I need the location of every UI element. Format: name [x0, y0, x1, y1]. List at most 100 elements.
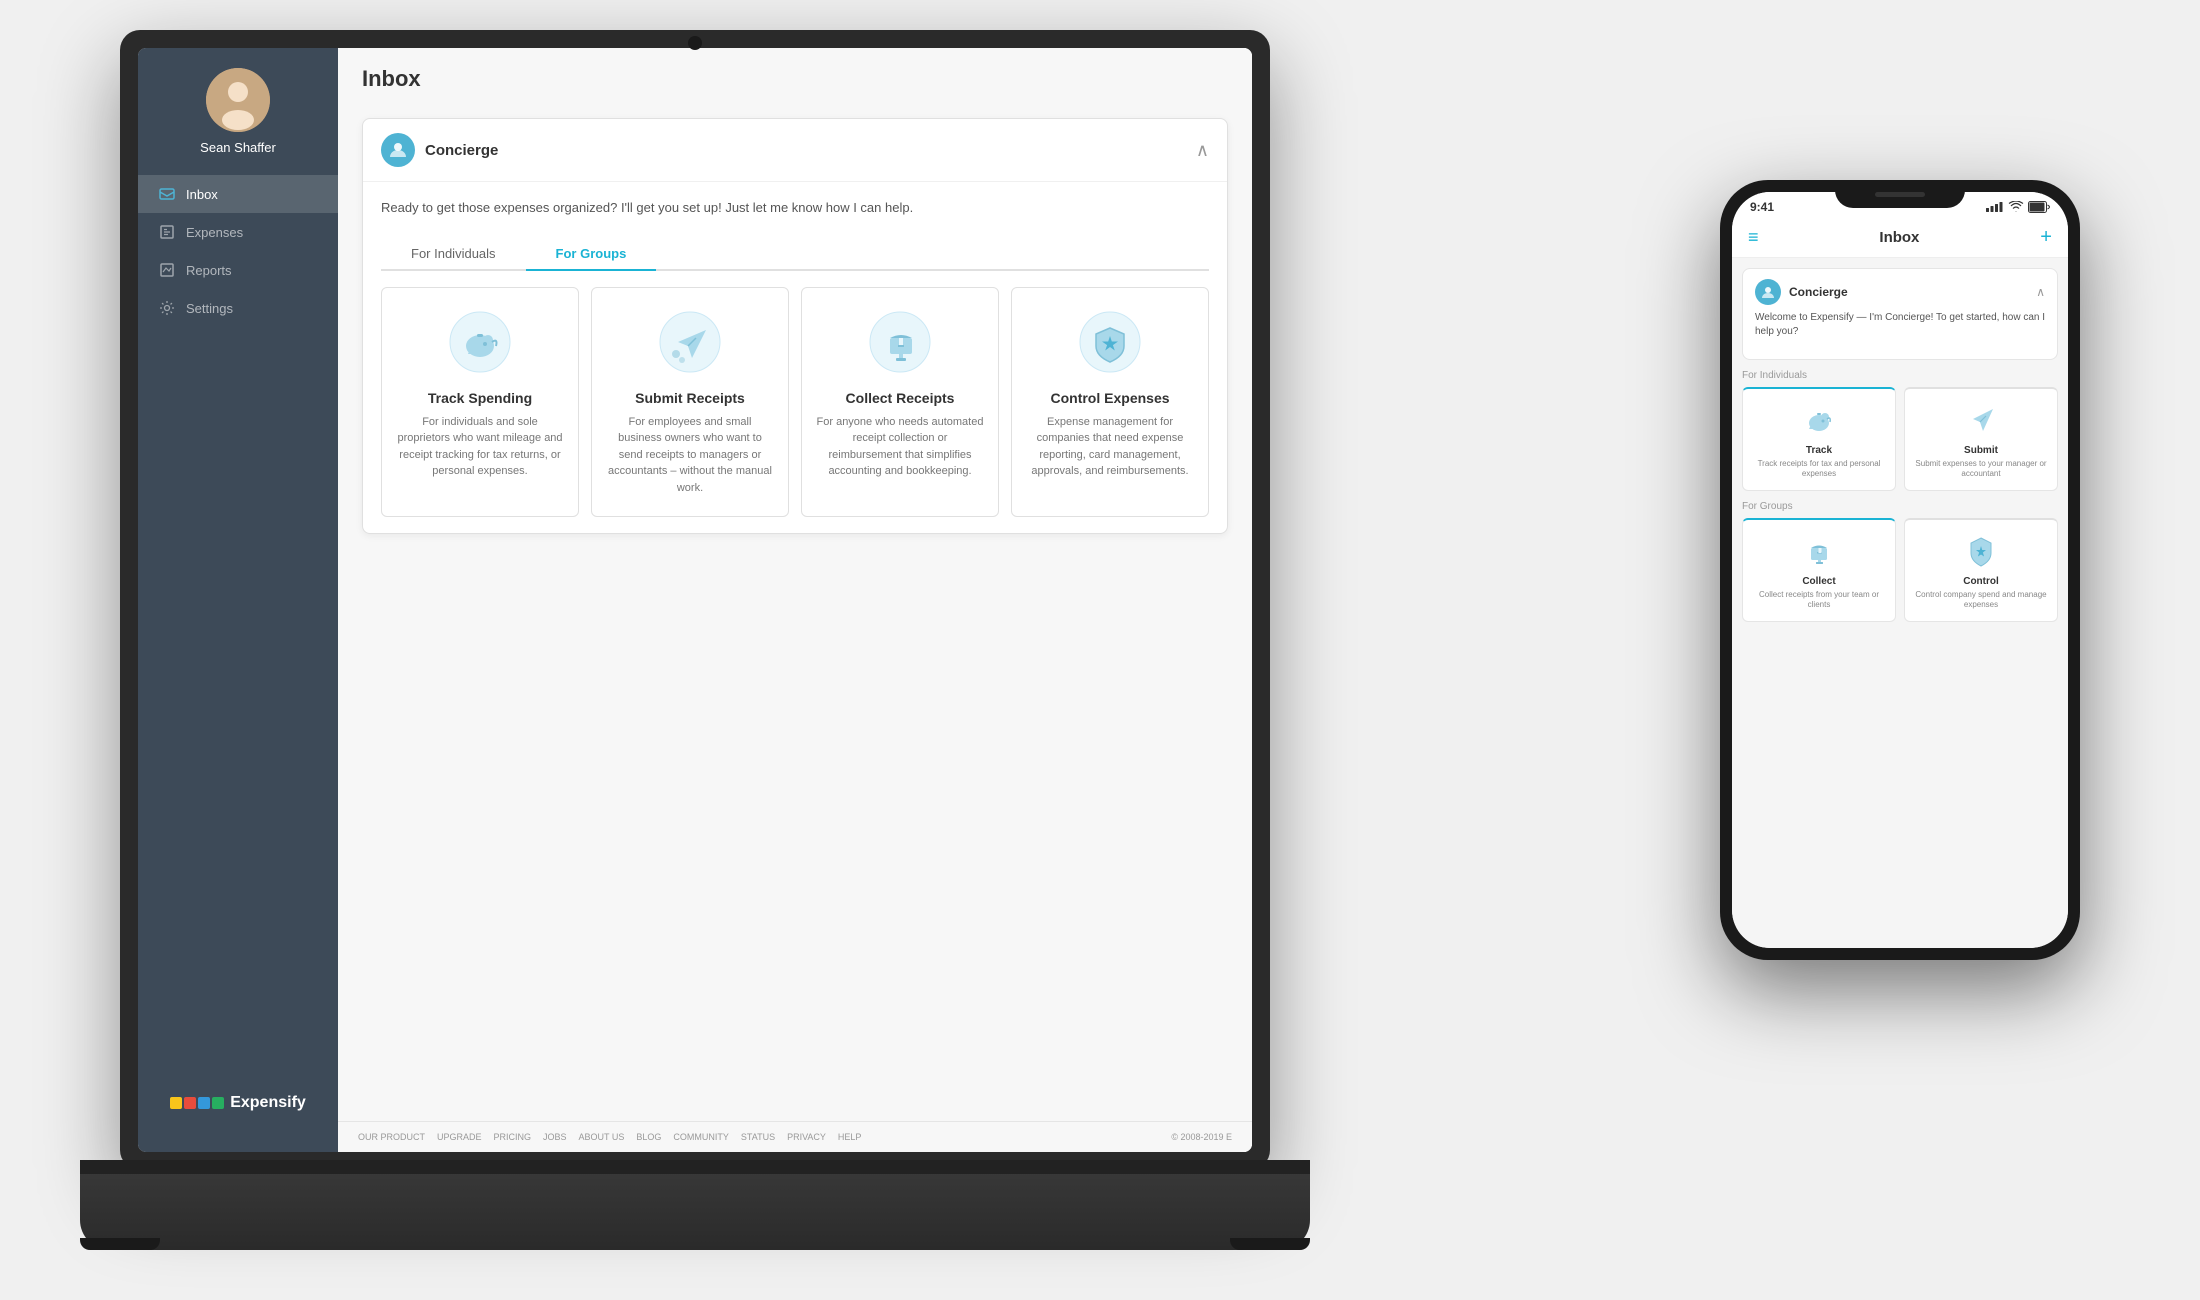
expenses-label: Expenses [186, 225, 243, 240]
option-card-control[interactable]: Control Expenses Expense management for … [1011, 287, 1209, 518]
sidebar-item-reports[interactable]: Reports [138, 251, 338, 289]
phone-plus-button[interactable]: + [2040, 226, 2052, 249]
hamburger-icon[interactable]: ≡ [1748, 227, 1759, 248]
concierge-name: Concierge [425, 142, 498, 159]
laptop-base [80, 1160, 1310, 1250]
tabs-row: For Individuals For Groups [381, 238, 1209, 271]
phone-card-control[interactable]: Control Control company spend and manage… [1904, 518, 2058, 622]
footer-link-jobs[interactable]: JOBS [543, 1132, 567, 1142]
inbox-content: Concierge ∧ Ready to get those expenses … [338, 102, 1252, 1121]
concierge-message: Ready to get those expenses organized? I… [381, 198, 1209, 218]
footer-copyright: © 2008-2019 E [1171, 1132, 1232, 1142]
sidebar: Sean Shaffer Inbox [138, 48, 338, 1152]
phone-card-track[interactable]: Track Track receipts for tax and persona… [1742, 387, 1896, 491]
collect-desc: For anyone who needs automated receipt c… [816, 414, 984, 480]
concierge-card: Concierge ∧ Ready to get those expenses … [362, 118, 1228, 534]
tab-groups[interactable]: For Groups [526, 238, 657, 269]
phone-card-submit[interactable]: Submit Submit expenses to your manager o… [1904, 387, 2058, 491]
concierge-icon [381, 133, 415, 167]
phone-concierge-card: Concierge ∧ Welcome to Expensify — I'm C… [1742, 268, 2058, 360]
track-title: Track Spending [428, 390, 532, 406]
collect-title: Collect Receipts [846, 390, 955, 406]
control-icon [1075, 308, 1145, 378]
sidebar-logo: Expensify [150, 1074, 326, 1132]
logo-box-green [212, 1097, 224, 1109]
laptop-foot-right [1230, 1238, 1310, 1250]
option-card-track[interactable]: Track Spending For individuals and sole … [381, 287, 579, 518]
sidebar-item-inbox[interactable]: Inbox [138, 175, 338, 213]
footer-link-product[interactable]: OUR PRODUCT [358, 1132, 425, 1142]
footer-link-help[interactable]: HELP [838, 1132, 862, 1142]
submit-title: Submit Receipts [635, 390, 745, 406]
user-name: Sean Shaffer [200, 140, 276, 155]
inbox-label: Inbox [186, 187, 218, 202]
phone-concierge-name: Concierge [1789, 285, 1848, 299]
submit-desc: For employees and small business owners … [606, 414, 774, 497]
footer-link-upgrade[interactable]: UPGRADE [437, 1132, 482, 1142]
phone-status-icons [1986, 201, 2050, 213]
phone-body: 9:41 [1720, 180, 2080, 960]
tab-individuals[interactable]: For Individuals [381, 238, 526, 269]
sidebar-item-expenses[interactable]: Expenses [138, 213, 338, 251]
main-content: Inbox [338, 48, 1252, 1152]
footer-links: OUR PRODUCT UPGRADE PRICING JOBS ABOUT U… [358, 1132, 861, 1142]
logo-boxes [170, 1097, 224, 1109]
logo-text: Expensify [230, 1094, 306, 1112]
control-desc: Expense management for companies that ne… [1026, 414, 1194, 480]
phone-section-groups: For Groups [1742, 501, 2058, 512]
phone-collect-icon [1799, 530, 1839, 570]
option-card-submit[interactable]: Submit Receipts For employees and small … [591, 287, 789, 518]
sidebar-item-settings[interactable]: Settings [138, 289, 338, 327]
control-title: Control Expenses [1050, 390, 1169, 406]
phone-submit-icon [1961, 399, 2001, 439]
laptop-body: Sean Shaffer Inbox [120, 30, 1270, 1170]
option-card-collect[interactable]: Collect Receipts For anyone who needs au… [801, 287, 999, 518]
footer-link-blog[interactable]: BLOG [636, 1132, 661, 1142]
phone-submit-desc: Submit expenses to your manager or accou… [1913, 459, 2049, 480]
footer-link-about[interactable]: ABOUT US [579, 1132, 625, 1142]
page-title: Inbox [362, 66, 1228, 92]
concierge-body: Ready to get those expenses organized? I… [363, 182, 1227, 533]
phone-nav-bar: ≡ Inbox + [1732, 218, 2068, 258]
phone-concierge-icon [1755, 279, 1781, 305]
phone-track-desc: Track receipts for tax and personal expe… [1751, 459, 1887, 480]
footer-link-pricing[interactable]: PRICING [494, 1132, 532, 1142]
phone-concierge-message: Welcome to Expensify — I'm Concierge! To… [1755, 311, 2045, 339]
phone: 9:41 [1720, 180, 2080, 960]
track-desc: For individuals and sole proprietors who… [396, 414, 564, 480]
app-footer: OUR PRODUCT UPGRADE PRICING JOBS ABOUT U… [338, 1121, 1252, 1152]
phone-card-collect[interactable]: Collect Collect receipts from your team … [1742, 518, 1896, 622]
logo-box-blue [198, 1097, 210, 1109]
phone-concierge-title-area: Concierge [1755, 279, 1848, 305]
phone-control-icon [1961, 530, 2001, 570]
settings-icon [158, 299, 176, 317]
reports-icon [158, 261, 176, 279]
phone-section-individuals: For Individuals [1742, 370, 2058, 381]
settings-label: Settings [186, 301, 233, 316]
expenses-icon [158, 223, 176, 241]
laptop-foot-left [80, 1238, 160, 1250]
logo-box-red [184, 1097, 196, 1109]
phone-collect-title: Collect [1802, 576, 1835, 587]
phone-groups-cards: Collect Collect receipts from your team … [1732, 518, 2068, 622]
wifi-icon [2008, 201, 2024, 213]
track-icon [445, 308, 515, 378]
phone-individuals-cards: Track Track receipts for tax and persona… [1732, 387, 2068, 491]
phone-collect-desc: Collect receipts from your team or clien… [1751, 590, 1887, 611]
concierge-title-area: Concierge [381, 133, 498, 167]
phone-submit-title: Submit [1964, 445, 1998, 456]
phone-inbox-title: Inbox [1879, 229, 1919, 246]
phone-notch [1835, 180, 1965, 208]
footer-link-status[interactable]: STATUS [741, 1132, 775, 1142]
collect-icon [865, 308, 935, 378]
app-layout: Sean Shaffer Inbox [138, 48, 1252, 1152]
footer-link-community[interactable]: COMMUNITY [673, 1132, 729, 1142]
submit-icon [655, 308, 725, 378]
inbox-icon [158, 185, 176, 203]
battery-icon [2028, 201, 2050, 213]
avatar-image [206, 68, 270, 132]
phone-chevron-icon[interactable]: ∧ [2036, 285, 2045, 299]
logo-box-taxi [170, 1097, 182, 1109]
footer-link-privacy[interactable]: PRIVACY [787, 1132, 826, 1142]
chevron-up-icon[interactable]: ∧ [1196, 140, 1209, 161]
